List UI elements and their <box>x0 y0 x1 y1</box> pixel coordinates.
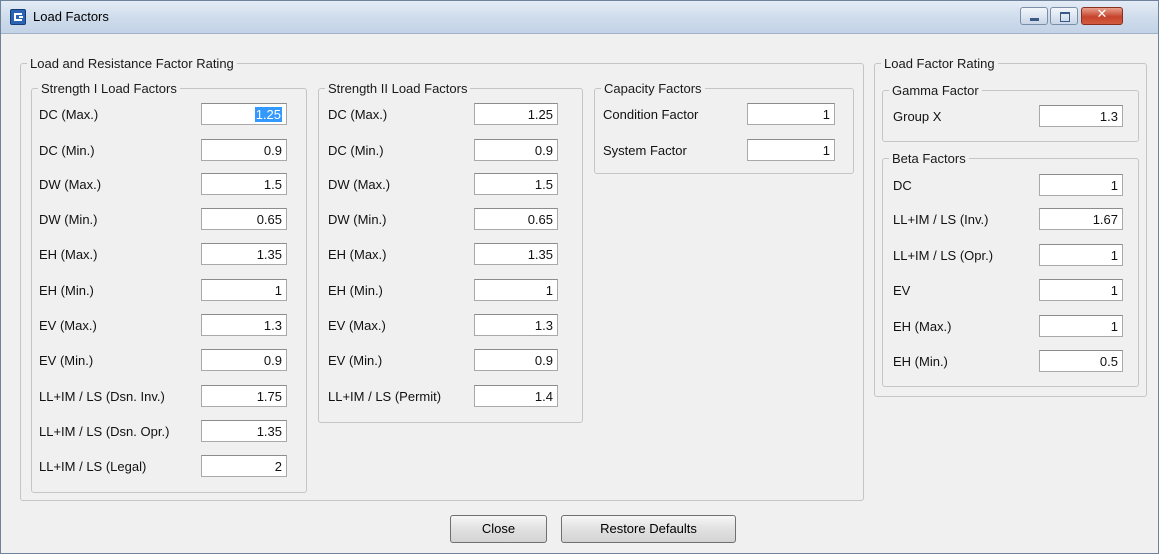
load-factors-window: Load Factors ✕ Load and Resistance Facto… <box>0 0 1159 554</box>
field-label: DC (Max.) <box>328 107 388 122</box>
strength1-dc-max-input[interactable]: 1.25 <box>201 103 287 125</box>
close-window-button[interactable]: ✕ <box>1081 7 1123 25</box>
field-label: Group X <box>893 109 942 124</box>
title-bar[interactable]: Load Factors ✕ <box>1 1 1158 34</box>
field-label: DC (Min.) <box>39 143 95 158</box>
field-label: System Factor <box>603 143 687 158</box>
field-label: DW (Min.) <box>39 212 98 227</box>
system-factor-input[interactable]: 1 <box>747 139 835 161</box>
strength1-ev-max-input[interactable]: 1.3 <box>201 314 287 336</box>
restore-defaults-button[interactable]: Restore Defaults <box>561 515 736 543</box>
field-label: DW (Max.) <box>328 177 391 192</box>
strength1-ll-dsn-opr-input[interactable]: 1.35 <box>201 420 287 442</box>
field-label: EV (Min.) <box>328 353 383 368</box>
window-title: Load Factors <box>33 9 109 24</box>
strength2-eh-min-input[interactable]: 1 <box>474 279 558 301</box>
beta-group-title: Beta Factors <box>892 151 966 166</box>
beta-eh-max-input[interactable]: 1 <box>1039 315 1123 337</box>
minimize-icon <box>1030 18 1039 21</box>
strength2-ev-max-input[interactable]: 1.3 <box>474 314 558 336</box>
capacity-group-title: Capacity Factors <box>604 81 702 96</box>
field-label: EV (Max.) <box>328 318 386 333</box>
field-label: LL+IM / LS (Dsn. Inv.) <box>39 389 165 404</box>
strength2-ll-permit-input[interactable]: 1.4 <box>474 385 558 407</box>
field-label: LL+IM / LS (Inv.) <box>893 212 989 227</box>
field-label: EH (Max.) <box>893 319 952 334</box>
field-value: 1.25 <box>254 107 282 122</box>
strength2-dw-min-input[interactable]: 0.65 <box>474 208 558 230</box>
strength2-dc-max-input[interactable]: 1.25 <box>474 103 558 125</box>
beta-eh-min-input[interactable]: 0.5 <box>1039 350 1123 372</box>
strength1-eh-max-input[interactable]: 1.35 <box>201 243 287 265</box>
strength1-dw-max-input[interactable]: 1.5 <box>201 173 287 195</box>
field-label: DC <box>893 178 912 193</box>
close-icon: ✕ <box>1096 7 1108 22</box>
maximize-button[interactable] <box>1050 7 1078 25</box>
field-label: EH (Min.) <box>893 354 948 369</box>
field-label: LL+IM / LS (Permit) <box>328 389 442 404</box>
beta-dc-input[interactable]: 1 <box>1039 174 1123 196</box>
field-label: DW (Min.) <box>328 212 387 227</box>
strength1-ev-min-input[interactable]: 0.9 <box>201 349 287 371</box>
field-label: LL+IM / LS (Opr.) <box>893 248 994 263</box>
field-label: EV (Max.) <box>39 318 97 333</box>
minimize-button[interactable] <box>1020 7 1048 25</box>
field-label: EH (Max.) <box>328 247 387 262</box>
strength2-eh-max-input[interactable]: 1.35 <box>474 243 558 265</box>
strength1-dc-min-input[interactable]: 0.9 <box>201 139 287 161</box>
field-label: EH (Max.) <box>39 247 98 262</box>
strength1-eh-min-input[interactable]: 1 <box>201 279 287 301</box>
strength1-dw-min-input[interactable]: 0.65 <box>201 208 287 230</box>
condition-factor-input[interactable]: 1 <box>747 103 835 125</box>
close-button[interactable]: Close <box>450 515 547 543</box>
lfr-group-title: Load Factor Rating <box>884 56 995 71</box>
field-label: DC (Min.) <box>328 143 384 158</box>
field-label: Condition Factor <box>603 107 699 122</box>
app-icon <box>10 9 26 25</box>
field-label: EV <box>893 283 911 298</box>
field-label: DC (Max.) <box>39 107 99 122</box>
maximize-icon <box>1060 12 1070 22</box>
strength1-group-title: Strength I Load Factors <box>41 81 177 96</box>
field-label: EH (Min.) <box>328 283 383 298</box>
strength2-ev-min-input[interactable]: 0.9 <box>474 349 558 371</box>
field-label: DW (Max.) <box>39 177 102 192</box>
group-x-input[interactable]: 1.3 <box>1039 105 1123 127</box>
beta-ll-opr-input[interactable]: 1 <box>1039 244 1123 266</box>
field-label: LL+IM / LS (Legal) <box>39 459 147 474</box>
field-label: LL+IM / LS (Dsn. Opr.) <box>39 424 170 439</box>
strength1-ll-legal-input[interactable]: 2 <box>201 455 287 477</box>
field-label: EV (Min.) <box>39 353 94 368</box>
strength2-dc-min-input[interactable]: 0.9 <box>474 139 558 161</box>
beta-ev-input[interactable]: 1 <box>1039 279 1123 301</box>
strength1-ll-dsn-inv-input[interactable]: 1.75 <box>201 385 287 407</box>
field-label: EH (Min.) <box>39 283 94 298</box>
lrfr-group-title: Load and Resistance Factor Rating <box>30 56 234 71</box>
strength2-group-title: Strength II Load Factors <box>328 81 468 96</box>
gamma-group-title: Gamma Factor <box>892 83 979 98</box>
strength2-dw-max-input[interactable]: 1.5 <box>474 173 558 195</box>
beta-ll-inv-input[interactable]: 1.67 <box>1039 208 1123 230</box>
